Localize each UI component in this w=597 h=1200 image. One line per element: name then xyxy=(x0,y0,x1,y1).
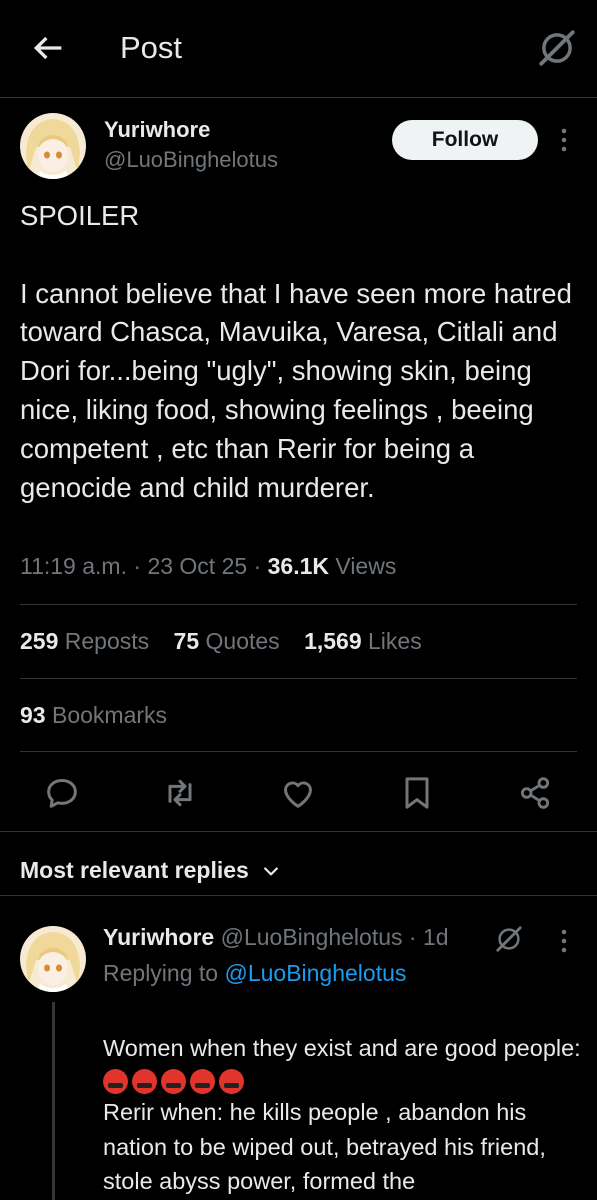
reply-text: Women when they exist and are good peopl… xyxy=(103,996,583,1100)
likes-stat[interactable]: 1,569 Likes xyxy=(304,628,422,654)
reply-icon[interactable] xyxy=(42,773,82,813)
enraged-face-emoji xyxy=(103,1069,128,1094)
back-arrow-icon[interactable] xyxy=(28,28,68,68)
reply-text-body: Rerir when: he kills people , abandon hi… xyxy=(103,1099,546,1194)
enraged-face-emoji xyxy=(161,1069,186,1094)
replies-sort-label: Most relevant replies xyxy=(20,857,249,883)
quotes-stat[interactable]: 75 Quotes xyxy=(174,628,280,654)
enraged-face-emoji xyxy=(190,1069,215,1094)
replies-header-divider xyxy=(0,895,597,896)
enraged-face-emoji xyxy=(132,1069,157,1094)
bookmarks-stat[interactable]: 93 Bookmarks xyxy=(20,702,167,729)
reply-text-line1: Women when they exist and are good peopl… xyxy=(103,1034,581,1061)
views-count: 36.1K xyxy=(267,553,329,579)
views-label: Views xyxy=(335,553,397,579)
bookmark-icon[interactable] xyxy=(397,773,437,813)
top-bar: Post xyxy=(0,0,597,98)
replying-to-line: Replying to @LuoBinghelotus xyxy=(103,960,406,987)
reply-author-handle[interactable]: @LuoBinghelotus xyxy=(221,924,403,950)
follow-button[interactable]: Follow xyxy=(392,120,538,160)
replying-prefix: Replying to xyxy=(103,960,219,986)
enraged-face-emoji xyxy=(219,1069,244,1094)
actions-divider xyxy=(0,831,597,832)
reply-author-name[interactable]: Yuriwhore xyxy=(103,924,214,950)
reply-age: 1d xyxy=(422,924,449,950)
meta-divider xyxy=(20,604,577,605)
grok-icon[interactable] xyxy=(494,924,524,954)
replying-to-link[interactable]: @LuoBinghelotus xyxy=(224,960,406,986)
header-divider xyxy=(0,97,597,98)
author-handle[interactable]: @LuoBinghelotus xyxy=(104,147,278,173)
repost-icon[interactable] xyxy=(160,773,200,813)
post-text: SPOILER I cannot believe that I have see… xyxy=(20,200,572,503)
reply-separator: · xyxy=(408,924,423,950)
replies-sort-dropdown[interactable]: Most relevant replies xyxy=(20,857,281,884)
enraged-face-emoji-group xyxy=(103,1069,248,1095)
page-title: Post xyxy=(120,30,183,65)
meta-separator: · xyxy=(253,553,268,579)
thread-line xyxy=(52,1002,55,1200)
more-options-icon[interactable] xyxy=(554,120,574,160)
reply-header: Yuriwhore @LuoBinghelotus · 1d xyxy=(103,924,449,951)
chevron-down-icon xyxy=(264,867,279,876)
meta-separator: · xyxy=(133,553,148,579)
avatar[interactable] xyxy=(20,113,86,179)
bookmarks-divider xyxy=(20,751,577,752)
share-icon[interactable] xyxy=(515,773,555,813)
grok-icon[interactable] xyxy=(536,27,578,69)
post-time: 11:19 a.m. xyxy=(20,553,127,579)
author-name[interactable]: Yuriwhore xyxy=(104,117,210,143)
reply-more-options-icon[interactable] xyxy=(554,921,574,961)
like-icon[interactable] xyxy=(278,773,318,813)
post-meta: 11:19 a.m. · 23 Oct 25 · 36.1K Views xyxy=(20,553,396,580)
reposts-stat[interactable]: 259 Reposts xyxy=(20,628,149,654)
post-date: 23 Oct 25 xyxy=(147,553,248,579)
stats-divider xyxy=(20,678,577,679)
engagement-stats: 259 Reposts 75 Quotes 1,569 Likes xyxy=(20,628,440,655)
reply-avatar[interactable] xyxy=(20,926,86,992)
